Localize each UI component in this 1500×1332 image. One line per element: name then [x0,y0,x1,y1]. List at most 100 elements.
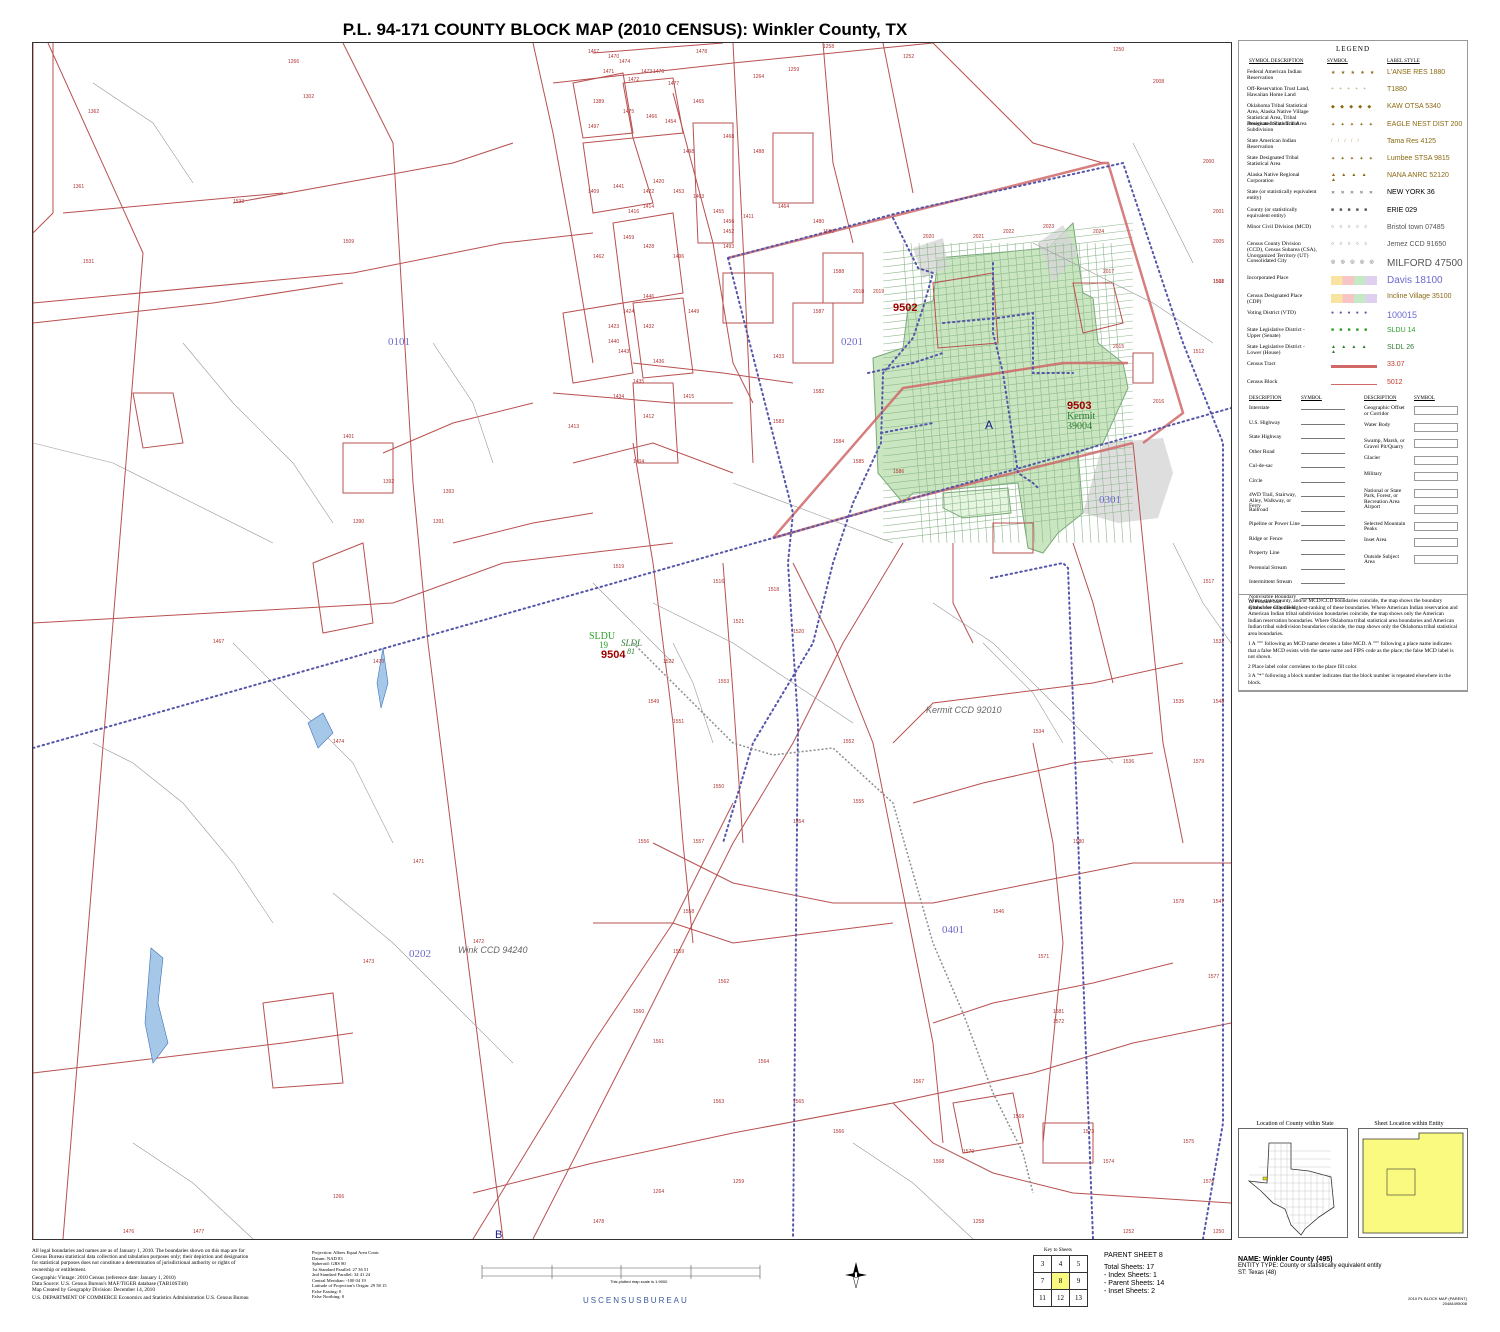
feature-right-symbol [1414,488,1458,498]
key-cell[interactable]: 4 [1051,1255,1070,1273]
key-cell[interactable]: 13 [1069,1289,1088,1307]
block-number-label: 1441 [613,184,624,190]
legend-row-description: Census Block [1247,378,1278,385]
feature-left-symbol [1301,467,1345,468]
legend-row-label: Lumbee STSA 9815 [1387,155,1450,162]
block-number-label: 1466 [646,114,657,120]
feature-right-symbol [1414,439,1458,448]
block-number-label: 1428 [643,244,654,250]
block-number-label: 1476 [123,1229,134,1235]
footer-disclaimer: All legal boundaries and names are as of… [32,1248,252,1302]
block-number-label: 1569 [1013,1114,1024,1120]
legend-row-label: Bristol town 07485 [1387,223,1445,231]
block-number-label: 1453 [673,189,684,195]
feature-left-desc: Circle [1249,477,1263,484]
block-number-label: 1573 [1083,1129,1094,1135]
feature-right-symbol [1414,505,1458,514]
block-number-label: 1567 [913,1079,924,1085]
legend-row-description: State Legislative District - Upper (Sena… [1247,327,1305,339]
inset-sheet-title: Sheet Location within Entity [1374,1121,1444,1127]
feature-right-desc: National or State Park, Forest, or Recre… [1364,487,1402,505]
legend-row: State Designated Tribal Statistical Area… [1247,155,1462,169]
legend-row-label: Davis 18100 [1387,275,1443,287]
key-cell[interactable]: 5 [1069,1255,1088,1273]
inset-mark-b: B [495,1229,502,1239]
block-number-label: 1266 [288,59,299,65]
feature-left-symbol [1301,452,1345,454]
block-number-label: 1467 [588,49,599,55]
outside-subject-area [1083,438,1173,523]
feature-right-desc: Military [1364,471,1383,477]
legend-row: Consolidated City ◎ ◎ ◎ ◎ ◎ MILFORD 47500 [1247,258,1463,272]
legend-row: State Legislative District - Upper (Sena… [1247,327,1462,341]
block-number-label: 1586 [893,469,904,475]
key-title: Key to Sheets [1044,1248,1072,1253]
block-number-label: 1555 [853,799,864,805]
legend-row-symbol [1331,380,1377,390]
block-number-label: 1434 [613,394,624,400]
legend-row: Off-Reservation Trust Land, Hawaiian Hom… [1247,86,1462,100]
block-number-label: 1565 [793,1099,804,1105]
block-number-label: 1475 [623,109,634,115]
block-number-label: 1516 [713,579,724,585]
block-number-label: 1580 [1073,839,1084,845]
block-number-label: 1476 [653,69,664,75]
block-number-label: 1564 [758,1059,769,1065]
legend-row: County (or statistically equivalent enti… [1247,207,1462,221]
block-map-canvas[interactable]: 1467 1470 1474 1471 1472 1473 1476 1477 1266 1478… [32,42,1232,1240]
feature-left-desc: Property Line [1249,550,1280,556]
legend-row: Census County Division (CCD), Census Sub… [1247,241,1462,259]
block-number-label: 1433 [773,354,784,360]
block-number-label: 2018 [853,289,864,295]
block-number-label: 1587 [813,309,824,315]
block-number-label: 1478 [593,1219,604,1225]
block-number-label: 1560 [633,1009,644,1015]
legend-row-description: State American Indian Reservation [1247,137,1297,150]
ccd-boundary [632,642,1034,1194]
feature-col-header: DESCRIPTION [1249,396,1282,401]
block-number-label: 2020 [923,234,934,240]
legend-row-symbol [1331,276,1377,286]
block-number-label: 1582 [813,389,824,395]
block-number-label: 1446 [643,294,654,300]
block-number-label: 1471 [413,859,424,865]
key-cell[interactable]: 3 [1033,1255,1052,1273]
legend-row-label: 100015 [1387,309,1418,320]
legend-row-symbol: ● ● ● ● ● [1331,310,1370,316]
feature-left-desc: U.S. Highway [1249,419,1281,426]
key-cell[interactable]: 11 [1033,1289,1052,1307]
block-number-label: 2016 [1153,399,1164,405]
legend-row-symbol [1331,293,1377,304]
key-cell[interactable]: 12 [1051,1289,1070,1307]
block-number-label: 1521 [733,619,744,625]
block-number-label: 1456 [723,219,734,225]
legend-row-symbol: ✕ ✕ ✕ ✕ ✕ [1331,191,1375,197]
block-number-label: 1581 [1053,1009,1064,1015]
scale-note: This plotted map scale is 1:9000 [610,1279,668,1284]
feature-left-symbol [1301,525,1345,526]
feature-left-desc: Ridge or Fence [1249,535,1283,542]
legend-row-description: Voting District (VTD) [1247,309,1296,316]
legend-row-description: Incorporated Place [1247,275,1289,282]
legend-row-label: L'ANSE RES 1880 [1387,69,1446,76]
key-cell[interactable]: 7 [1033,1272,1052,1290]
legend-row-symbol [1331,362,1377,372]
block-number-label: 1472 [628,77,639,83]
block-number-label: 2022 [1003,229,1014,235]
feature-right-symbol [1414,406,1458,415]
legend-row-symbol: ◆ ◆ ◆ ◆ ◆ [1331,105,1374,111]
inset-mark-a: A [985,418,993,432]
block-number-label: 1585 [853,459,864,465]
legend-row-label: 5012 [1387,378,1403,386]
block-number-label: 1550 [713,784,724,790]
block-number-label: 1409 [588,189,599,195]
key-cell-current[interactable]: 8 [1051,1272,1070,1290]
feature-right-desc: Water Body [1364,421,1391,428]
block-number-label: 1389 [593,99,604,105]
legend-row-label: NEW YORK 36 [1387,189,1435,197]
legend-row-symbol: ★ ★ ★ ★ ★ [1331,71,1377,76]
block-number-label: 1415 [683,394,694,400]
key-cell[interactable]: 9 [1069,1272,1088,1290]
block-number-label: 1536 [1123,759,1134,765]
tract-label-0301: 0301 [1099,494,1121,506]
